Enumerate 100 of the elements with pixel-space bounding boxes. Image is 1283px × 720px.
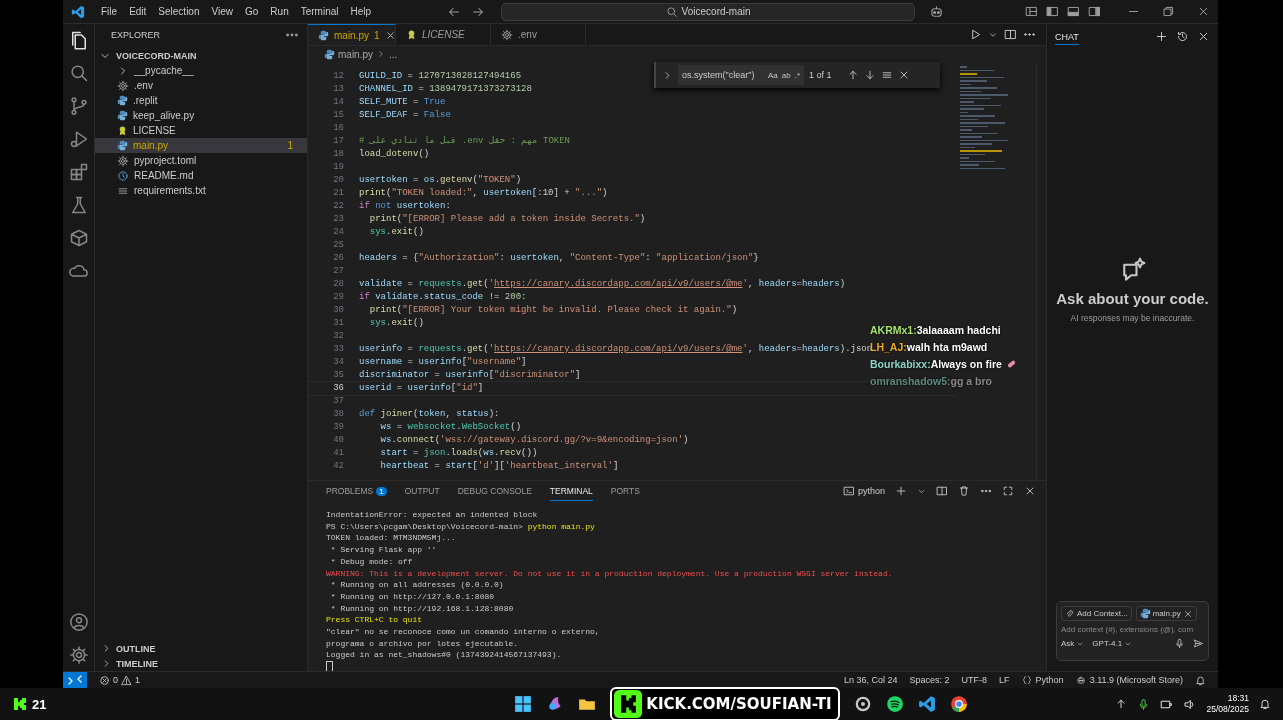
line-number: 20: [332, 174, 345, 187]
remote-icon[interactable]: [63, 672, 87, 688]
match-count: 1 of 1: [809, 70, 832, 80]
status-item[interactable]: Ln 36, Col 24: [844, 675, 898, 685]
section-header[interactable]: TIMELINE: [95, 656, 307, 671]
find-option[interactable]: Aa: [767, 70, 778, 80]
model-dropdown[interactable]: GPT-4.1: [1092, 639, 1133, 648]
split-icon[interactable]: [936, 485, 948, 497]
bell-icon[interactable]: [1195, 674, 1206, 686]
layout-icon[interactable]: [1067, 5, 1080, 18]
menu-item[interactable]: File: [95, 6, 124, 17]
chevron-up-icon[interactable]: [1115, 698, 1128, 710]
bell-icon[interactable]: [1259, 698, 1271, 710]
file-row[interactable]: README.md: [95, 168, 307, 183]
line-number: 14: [332, 96, 345, 109]
lines-icon[interactable]: [880, 69, 893, 81]
previous-match-icon[interactable]: [846, 69, 859, 81]
status-item[interactable]: Spaces: 2: [909, 675, 950, 685]
maximize-icon[interactable]: [1002, 485, 1014, 497]
line-number: 34: [332, 356, 345, 369]
file-row[interactable]: .env: [95, 78, 307, 93]
run-icon[interactable]: [969, 28, 982, 41]
terminal-line: Logged in as net_shadows#0 (1374392414567137493).: [326, 649, 563, 662]
send-icon[interactable]: [1193, 638, 1204, 649]
branch-icon[interactable]: [68, 96, 89, 116]
file-row[interactable]: main.py 1: [95, 138, 307, 153]
code-editor-icon[interactable]: [917, 695, 936, 713]
code-line: ws = websocket.WebSocket(): [379, 421, 522, 434]
file-row[interactable]: requirements.txt: [95, 183, 307, 198]
panel-tab[interactable]: PORTS: [610, 481, 640, 501]
panel-tab[interactable]: TERMINAL: [549, 481, 593, 501]
chat-input-box[interactable]: Add Context... main.py Add context (#), extensions (@), com Ask GPT-4.1: [1056, 601, 1209, 661]
chat-disclaimer: AI responses may be inaccurate.: [1070, 313, 1195, 323]
file-row[interactable]: LICENSE: [95, 123, 307, 138]
windows-logo-icon[interactable]: [514, 695, 533, 713]
line-number: 28: [332, 278, 345, 291]
spotify-icon[interactable]: [885, 695, 904, 713]
close-icon[interactable]: [384, 29, 396, 41]
new-chat-icon[interactable]: [1155, 29, 1168, 43]
browser-icon[interactable]: [949, 695, 968, 713]
robot-icon[interactable]: [929, 4, 945, 19]
layout-icon[interactable]: [1088, 5, 1101, 18]
menu-item[interactable]: View: [205, 6, 239, 17]
folder-row[interactable]: VOICECORD-MAIN: [95, 48, 307, 63]
close-icon[interactable]: [1024, 485, 1036, 497]
trash-icon[interactable]: [958, 485, 970, 497]
close-icon[interactable]: [1197, 5, 1210, 18]
language-indicator[interactable]: Python: [1021, 675, 1064, 685]
menu-item[interactable]: Edit: [123, 6, 153, 17]
menu-item[interactable]: Help: [344, 6, 378, 17]
panel-tab[interactable]: PROBLEMS 1: [326, 481, 387, 501]
editor-tab[interactable]: main.py 1: [308, 24, 396, 45]
find-option[interactable]: .*: [794, 70, 800, 80]
python-file-icon: [117, 110, 128, 121]
play-bug-icon[interactable]: [68, 129, 89, 149]
layout-icon[interactable]: [1046, 5, 1059, 18]
breadcrumb-item[interactable]: main.py: [338, 48, 373, 60]
find-option[interactable]: ab: [781, 70, 791, 80]
layout-icon[interactable]: [1025, 5, 1038, 18]
interpreter-indicator[interactable]: 3.11.9 (Microsoft Store): [1075, 675, 1183, 685]
section-header[interactable]: OUTLINE: [95, 641, 307, 656]
editor-tab[interactable]: LICENSE: [396, 24, 491, 45]
split-editor-icon[interactable]: [1004, 28, 1017, 41]
file-row[interactable]: pyproject.toml: [95, 153, 307, 168]
menu-item[interactable]: Go: [239, 6, 265, 17]
file-row[interactable]: .replit: [95, 93, 307, 108]
restore-icon[interactable]: [1162, 5, 1175, 18]
context-chip[interactable]: Add Context...: [1061, 606, 1132, 621]
microphone-icon[interactable]: [1174, 638, 1185, 649]
problems-indicator[interactable]: 0 1: [99, 674, 141, 686]
cube-icon[interactable]: [68, 228, 89, 248]
blocks-icon[interactable]: [68, 162, 89, 182]
settings-icon[interactable]: [68, 645, 89, 665]
mode-dropdown[interactable]: Ask: [1061, 639, 1085, 648]
chat-tab[interactable]: CHAT: [1055, 27, 1079, 45]
terminal-selector[interactable]: python: [842, 485, 885, 497]
clock[interactable]: 18:31 25/08/2025: [1206, 693, 1249, 715]
history-icon[interactable]: [1176, 29, 1189, 43]
chat-field[interactable]: Add context (#), extensions (@), com: [1061, 625, 1204, 634]
status-item[interactable]: LF: [999, 675, 1010, 685]
find-field[interactable]: os.system("clear") Aa ab .*: [678, 65, 804, 85]
next-match-icon[interactable]: [863, 69, 876, 81]
add-icon[interactable]: [895, 485, 907, 497]
panel-tab[interactable]: DEBUG CONSOLE: [457, 481, 532, 501]
command-center[interactable]: Voicecord-main: [501, 2, 916, 21]
status-item[interactable]: UTF-8: [961, 675, 988, 685]
file-row[interactable]: __pycache__: [95, 63, 307, 78]
error-icon: [99, 674, 110, 686]
menu-item[interactable]: Run: [264, 6, 295, 17]
account-icon[interactable]: [68, 612, 89, 632]
menu-item[interactable]: Terminal: [294, 6, 345, 17]
editor-tab[interactable]: .env: [491, 24, 586, 45]
search-icon[interactable]: [68, 63, 89, 83]
ring-icon[interactable]: [853, 695, 872, 713]
panel-tab[interactable]: OUTPUT: [404, 481, 440, 501]
menu-item[interactable]: Selection: [152, 6, 206, 17]
breadcrumb-item[interactable]: ...: [389, 48, 398, 60]
file-row[interactable]: keep_alive.py: [95, 108, 307, 123]
context-chip[interactable]: main.py: [1135, 606, 1197, 621]
close-icon[interactable]: [1182, 608, 1193, 619]
